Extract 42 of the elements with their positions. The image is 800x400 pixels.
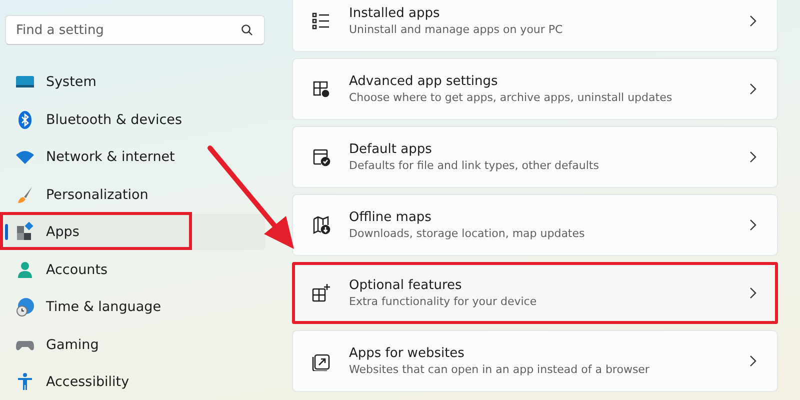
settings-card[interactable]: Installed apps Uninstall and manage apps on your PC xyxy=(292,0,778,52)
window-check-icon xyxy=(311,147,331,167)
card-title: Advanced app settings xyxy=(349,74,499,89)
chevron-icon xyxy=(749,83,757,95)
settings-card[interactable]: Offline maps Downloads, storage location, map updates xyxy=(292,194,778,256)
chevron-icon xyxy=(749,355,757,367)
nav-item[interactable]: Gaming xyxy=(5,326,265,362)
card-description: Defaults for file and link types, other defaults xyxy=(349,159,600,172)
nav-item[interactable]: Bluetooth & devices xyxy=(5,102,265,138)
nav-item[interactable]: Time & language xyxy=(5,289,265,325)
search-icon xyxy=(241,24,253,36)
map-icon xyxy=(311,215,331,235)
nav-item[interactable]: Accounts xyxy=(5,252,265,288)
card-description: Choose where to get apps, archive apps, uninstall updates xyxy=(349,91,674,104)
card-title: Apps for websites xyxy=(349,346,466,361)
nav-item[interactable]: Network & internet xyxy=(5,139,265,175)
apps-icon xyxy=(15,222,35,242)
card-description: Extra functionality for your device xyxy=(349,295,538,308)
settings-card[interactable]: Apps for websites Websites that can open in an app instead of a browser xyxy=(292,330,778,392)
card-title: Optional features xyxy=(349,278,463,293)
search-field[interactable]: Find a setting xyxy=(5,15,265,45)
settings-card[interactable]: Optional features Extra functionality for your device xyxy=(292,262,778,324)
settings-card[interactable]: Default apps Defaults for file and link types, other defaults xyxy=(292,126,778,188)
chevron-icon xyxy=(749,151,757,163)
person-icon xyxy=(15,260,35,280)
nav-item[interactable]: Personalization xyxy=(5,176,265,212)
card-title: Installed apps xyxy=(349,6,441,21)
chevron-icon xyxy=(749,219,757,231)
card-description: Downloads, storage location, map updates xyxy=(349,227,586,240)
card-description: Uninstall and manage apps on your PC xyxy=(349,23,564,36)
settings-card[interactable]: Advanced app settings Choose where to get apps, archive apps, uninstall updates xyxy=(292,58,778,120)
chevron-icon xyxy=(749,287,757,299)
chevron-icon xyxy=(749,15,757,27)
nav-item[interactable]: Accessibility xyxy=(5,364,265,400)
list-icon xyxy=(311,11,331,31)
globe-icon xyxy=(15,297,35,317)
nav-item[interactable]: System xyxy=(5,64,265,100)
grid-plus-icon xyxy=(311,283,331,303)
card-title: Offline maps xyxy=(349,210,432,225)
card-description: Websites that can open in an app instead of a browser xyxy=(349,363,650,376)
card-title: Default apps xyxy=(349,142,433,157)
accessibility-icon xyxy=(15,372,35,392)
